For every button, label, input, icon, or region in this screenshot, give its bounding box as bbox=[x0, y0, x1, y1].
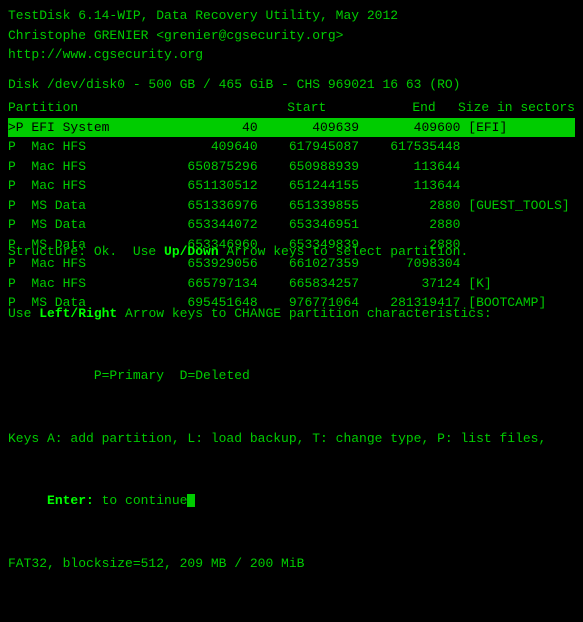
bold-leftright: Left/Right bbox=[39, 306, 117, 321]
bold-updown: Up/Down bbox=[164, 244, 219, 259]
footer-line2: Use Left/Right Arrow keys to CHANGE part… bbox=[8, 304, 575, 325]
bold-enter: Enter: bbox=[47, 493, 94, 508]
partition-row[interactable]: P Mac HFS 650875296 650988939 113644 bbox=[8, 157, 575, 177]
header-line2: Christophe GRENIER <grenier@cgsecurity.o… bbox=[8, 26, 575, 46]
footer-line4: Keys A: add partition, L: load backup, T… bbox=[8, 429, 575, 450]
col-size: Size in sectors bbox=[436, 98, 575, 118]
col-end: End bbox=[326, 98, 435, 118]
footer: Structure: Ok. Use Up/Down Arrow keys to… bbox=[8, 200, 575, 616]
footer-line5: Enter: to continue bbox=[8, 491, 575, 512]
footer-line3: P=Primary D=Deleted bbox=[8, 366, 575, 387]
footer-line1: Structure: Ok. Use Up/Down Arrow keys to… bbox=[8, 242, 575, 263]
partition-row[interactable]: P Mac HFS 651130512 651244155 113644 bbox=[8, 176, 575, 196]
cursor-block bbox=[187, 494, 195, 507]
disk-info: Disk /dev/disk0 - 500 GB / 465 GiB - CHS… bbox=[8, 75, 575, 95]
partition-row[interactable]: >P EFI System 40 409639 409600 [EFI] bbox=[8, 118, 575, 138]
col-partition: Partition bbox=[8, 98, 227, 118]
terminal-window: TestDisk 6.14-WIP, Data Recovery Utility… bbox=[0, 0, 583, 622]
header-line1: TestDisk 6.14-WIP, Data Recovery Utility… bbox=[8, 6, 575, 26]
col-start: Start bbox=[227, 98, 326, 118]
footer-line6: FAT32, blocksize=512, 209 MB / 200 MiB bbox=[8, 554, 575, 575]
partition-row[interactable]: P Mac HFS 409640 617945087 617535448 bbox=[8, 137, 575, 157]
header-line3: http://www.cgsecurity.org bbox=[8, 45, 575, 65]
column-headers: Partition Start End Size in sectors bbox=[8, 98, 575, 118]
